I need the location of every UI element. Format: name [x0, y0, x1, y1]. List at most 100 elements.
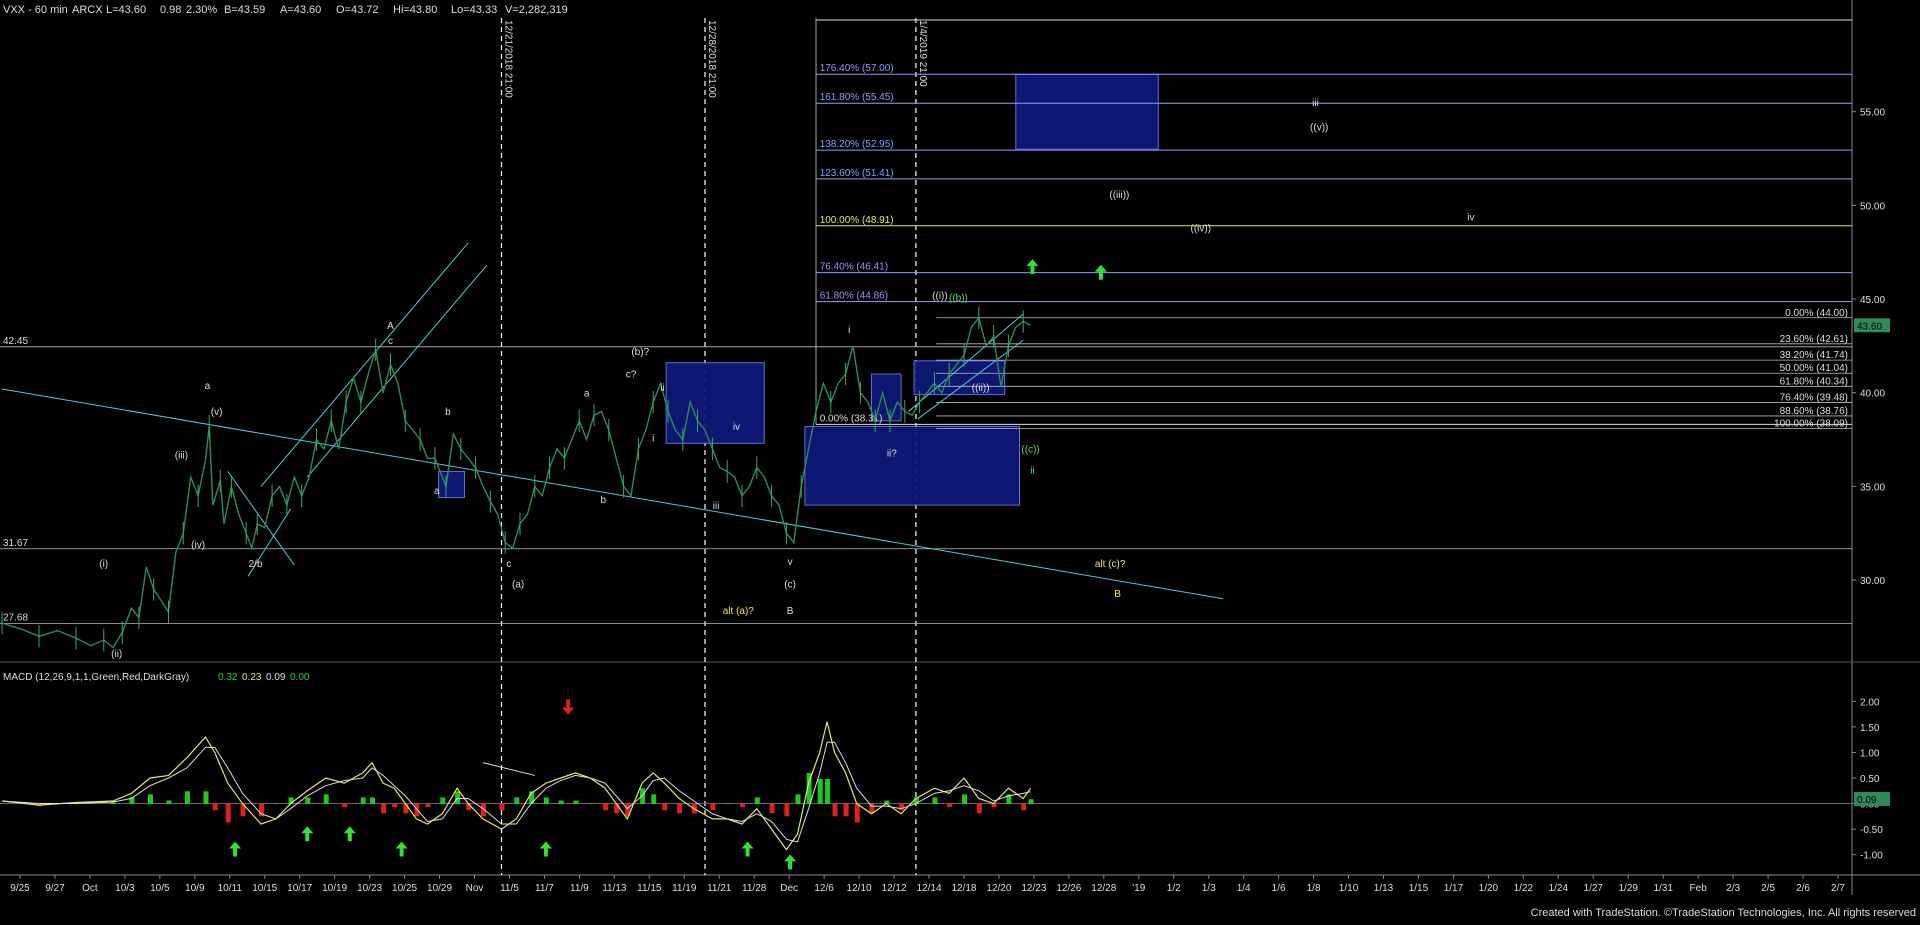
macd-title: MACD (12,26,9,1,1,Green,Red,DarkGray) — [3, 672, 189, 683]
x-tick-label-6: 10/11 — [218, 883, 243, 894]
macd-histogram-bar-0 — [0, 803, 5, 805]
x-tick-label-26: 12/14 — [916, 883, 941, 894]
x-tick-label-40: 1/15 — [1409, 883, 1429, 894]
fib-level-label-5: 76.40% (46.41) — [820, 262, 888, 273]
wave-label-23: alt (a)? — [723, 606, 755, 617]
x-tick-label-28: 12/20 — [986, 883, 1011, 894]
retrace-level-label-3: 50.00% (41.04) — [1780, 363, 1848, 374]
header-ask: A=43.60 — [280, 4, 321, 16]
retrace-level-label-2: 38.20% (41.74) — [1780, 350, 1848, 361]
price-y-tick-label-5: 55.00 — [1860, 108, 1885, 119]
wave-label-2: (iii) — [175, 450, 188, 461]
x-tick-label-52: 2/7 — [1831, 883, 1845, 894]
x-tick-label-13: Nov — [466, 883, 484, 894]
date-marker-label-0: 12/21/2018 21:00 — [503, 20, 514, 98]
x-tick-label-36: 1/6 — [1272, 883, 1286, 894]
wave-label-38: B — [1114, 589, 1121, 600]
x-tick-label-18: 11/15 — [637, 883, 662, 894]
price-y-tick-label-4: 50.00 — [1860, 201, 1885, 212]
macd-histogram-bar-55 — [843, 803, 849, 817]
x-tick-label-2: Oct — [82, 883, 98, 894]
macd-histogram-bar-46 — [740, 803, 745, 808]
fib-level-label-2: 138.20% (52.95) — [820, 139, 894, 150]
x-tick-label-11: 10/25 — [392, 883, 417, 894]
wave-label-19: iv — [733, 422, 740, 433]
x-tick-label-23: 12/6 — [814, 883, 834, 894]
x-tick-label-17: 11/13 — [602, 883, 627, 894]
macd-histogram-bar-39 — [640, 788, 646, 805]
macd-histogram-bar-29 — [499, 803, 505, 811]
macd-histogram-bar-59 — [899, 803, 905, 811]
macd-histogram-bar-30 — [514, 797, 520, 805]
macd-histogram-bar-48 — [769, 803, 775, 814]
x-tick-label-15: 11/7 — [535, 883, 554, 894]
x-tick-label-46: 1/29 — [1618, 883, 1638, 894]
x-tick-label-42: 1/20 — [1479, 883, 1499, 894]
macd-value-2: 0.23 — [242, 672, 262, 683]
macd-histogram-bar-15 — [305, 797, 311, 805]
macd-histogram-bar-42 — [677, 803, 683, 814]
macd-histogram-bar-35 — [588, 803, 594, 805]
wave-label-14: b — [600, 495, 606, 506]
macd-histogram-bar-41 — [662, 803, 668, 811]
last-price-label: 43.60 — [1857, 321, 1882, 332]
wave-label-15: (b)? — [631, 347, 649, 358]
retrace-level-label-5: 76.40% (39.48) — [1780, 392, 1848, 403]
header-pct: 2.30% — [186, 4, 217, 16]
horizontal-level-label-1: 31.67 — [3, 538, 28, 549]
wave-label-9: b — [445, 407, 451, 418]
x-tick-label-27: 12/18 — [951, 883, 976, 894]
target-box-4 — [913, 360, 1006, 396]
macd-histogram-bar-26 — [455, 791, 461, 805]
retrace-level-label-0: 0.00% (44.00) — [1785, 308, 1848, 319]
target-box-2 — [438, 470, 466, 499]
wave-label-18: i — [652, 433, 654, 444]
wave-label-20: iii — [713, 501, 720, 512]
wave-label-1: (ii) — [111, 649, 122, 660]
x-tick-label-22: Dec — [780, 883, 798, 894]
x-tick-label-50: 2/5 — [1761, 883, 1775, 894]
x-tick-label-1: 9/27 — [45, 883, 65, 894]
wave-label-34: iii — [1312, 98, 1319, 109]
macd-histogram-bar-33 — [558, 800, 564, 805]
x-tick-label-7: 10/15 — [252, 883, 277, 894]
wave-label-6: 2/b — [248, 559, 262, 570]
macd-histogram-bar-7 — [185, 791, 190, 805]
wave-label-27: ((i)) — [932, 291, 948, 302]
x-tick-label-32: '19 — [1132, 883, 1145, 894]
macd-y-tick-label-3: 0.50 — [1860, 774, 1880, 785]
macd-histogram-bar-56 — [854, 803, 860, 823]
x-tick-label-44: 1/24 — [1549, 883, 1569, 894]
x-tick-label-14: 11/5 — [500, 883, 519, 894]
x-tick-label-29: 12/23 — [1021, 883, 1046, 894]
macd-value-4: 0.00 — [290, 672, 310, 683]
macd-histogram-bar-21 — [392, 803, 398, 808]
wave-label-16: c? — [626, 370, 637, 381]
wave-label-10: a — [434, 486, 440, 497]
macd-histogram-bar-62 — [947, 803, 953, 808]
macd-histogram-bar-68 — [1028, 799, 1034, 805]
macd-histogram-bar-10 — [225, 803, 231, 823]
wave-label-21: v — [788, 557, 793, 568]
x-tick-label-19: 11/19 — [672, 883, 697, 894]
fib-level-label-1: 161.80% (55.45) — [820, 92, 894, 103]
x-tick-label-12: 10/29 — [427, 883, 452, 894]
wave-label-31: ii — [1030, 465, 1034, 476]
price-y-tick-label-3: 45.00 — [1860, 295, 1885, 306]
macd-y-tick-label-6: -1.00 — [1860, 851, 1883, 862]
footer-credit: Created with TradeStation. ©TradeStation… — [1531, 907, 1916, 919]
wave-label-30: ((c)) — [1021, 445, 1039, 456]
x-tick-label-31: 12/28 — [1091, 883, 1116, 894]
x-tick-label-43: 1/22 — [1514, 883, 1534, 894]
x-tick-label-25: 12/12 — [882, 883, 907, 894]
retrace-level-label-6: 88.60% (38.76) — [1780, 406, 1848, 417]
macd-histogram-bar-52 — [817, 779, 823, 805]
x-tick-label-24: 12/10 — [847, 883, 872, 894]
macd-y-tick-label-5: -0.50 — [1860, 825, 1883, 836]
wave-label-24: B — [787, 606, 794, 617]
x-tick-label-9: 10/19 — [322, 883, 347, 894]
wave-label-13: a — [584, 388, 590, 399]
macd-histogram-bar-49 — [784, 803, 790, 817]
macd-histogram-bar-25 — [440, 797, 446, 805]
macd-histogram-bar-63 — [962, 794, 967, 805]
